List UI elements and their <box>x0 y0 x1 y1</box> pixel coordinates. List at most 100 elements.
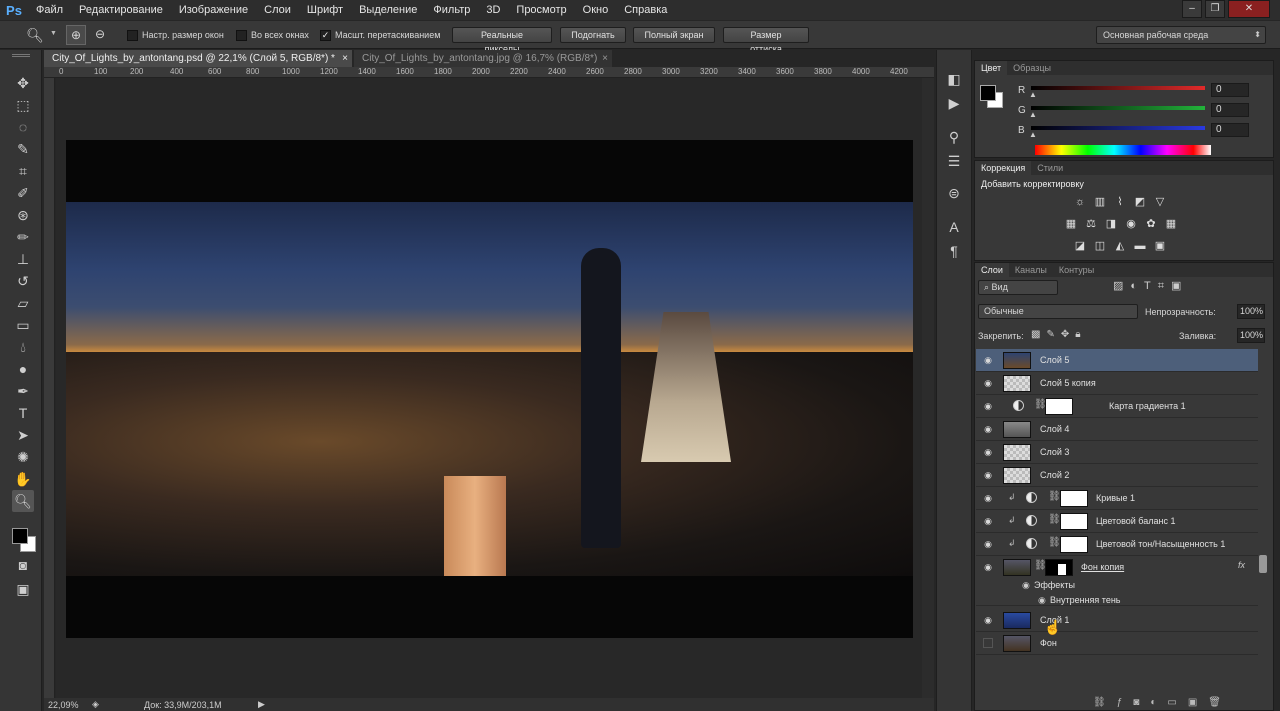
exposure-icon[interactable]: ◩ <box>1133 195 1147 208</box>
layer-row[interactable]: ◉ Слой 1 <box>976 609 1258 632</box>
gradient-tool-icon[interactable]: ▭ <box>12 314 34 336</box>
workspace-dropdown[interactable]: Основная рабочая среда ⬍ <box>1096 26 1266 44</box>
menu-file[interactable]: Файл <box>28 0 71 20</box>
opacity-input[interactable]: 100% <box>1237 304 1265 319</box>
menu-edit[interactable]: Редактирование <box>71 0 171 20</box>
layer-row[interactable]: ◉ ↲ ⛓ Цветовой баланс 1 <box>976 510 1258 533</box>
threshold-icon[interactable]: ◭ <box>1113 239 1127 252</box>
green-slider-handle[interactable]: ▲ <box>1029 110 1037 119</box>
move-tool-icon[interactable]: ✥ <box>12 72 34 94</box>
fill-input[interactable]: 100% <box>1237 328 1265 343</box>
menu-window[interactable]: Окно <box>575 0 617 20</box>
delete-layer-icon[interactable]: 🗑︎ <box>1208 697 1232 708</box>
menu-help[interactable]: Справка <box>616 0 675 20</box>
invert-icon[interactable]: ◪ <box>1073 239 1087 252</box>
clone-stamp-tool-icon[interactable]: ⊥ <box>12 248 34 270</box>
gradient-map-icon[interactable]: ▬ <box>1133 240 1147 252</box>
status-menu-arrow-icon[interactable]: ▶ <box>258 699 265 710</box>
tab-psd-document[interactable]: City_Of_Lights_by_antontang.psd @ 22,1% … <box>44 50 352 67</box>
layer-row[interactable]: ◉ ↲ ⛓ Цветовой тон/Насыщенность 1 <box>976 533 1258 556</box>
layer-row[interactable]: ◉ Слой 2 <box>976 464 1258 487</box>
menu-type[interactable]: Шрифт <box>299 0 351 20</box>
color-spectrum-bar[interactable] <box>1035 145 1211 155</box>
blend-mode-dropdown[interactable]: Обычные <box>978 304 1138 319</box>
status-info-icon[interactable]: ◈ <box>92 699 99 710</box>
brush-presets-icon[interactable]: ⚲ <box>943 126 965 148</box>
layers-scrollbar-thumb[interactable] <box>1259 555 1267 573</box>
add-style-icon[interactable]: ƒ <box>1117 697 1134 708</box>
tab-adjustments[interactable]: Коррекция <box>975 161 1032 175</box>
fit-screen-button[interactable]: Подогнать <box>560 27 626 43</box>
new-adjustment-icon[interactable]: ◐ <box>1150 697 1167 708</box>
history-icon[interactable]: ◧ <box>943 68 965 90</box>
zoom-in-icon[interactable]: ⊕ <box>66 25 86 45</box>
all-windows-checkbox[interactable] <box>236 30 247 41</box>
foreground-color-swatch[interactable] <box>980 85 996 101</box>
channel-mixer-icon[interactable]: ✿ <box>1144 217 1158 230</box>
layer-mask-thumbnail[interactable] <box>1045 559 1073 576</box>
levels-icon[interactable]: ▥ <box>1093 195 1107 208</box>
eye-icon[interactable]: ◉ <box>982 562 994 572</box>
green-slider[interactable] <box>1031 106 1205 110</box>
marquee-tool-icon[interactable]: ⬚ <box>12 94 34 116</box>
color-lookup-icon[interactable]: ▦ <box>1164 217 1178 230</box>
layer-mask-thumbnail[interactable] <box>1060 513 1088 530</box>
layer-row[interactable]: ◉ ↲ ⛓ Кривые 1 <box>976 487 1258 510</box>
red-slider[interactable] <box>1031 86 1205 90</box>
effects-eye-icon[interactable]: ◉ <box>1022 580 1030 591</box>
eye-icon[interactable]: ◉ <box>982 447 994 457</box>
fill-screen-button[interactable]: Полный экран <box>633 27 715 43</box>
layer-row[interactable]: ◉ ⛓ Фон копия fx ◉ Эффекты ◉ Внутренняя … <box>976 556 1258 606</box>
layer-mask-thumbnail[interactable] <box>1045 398 1073 415</box>
layer-mask-thumbnail[interactable] <box>1060 536 1088 553</box>
clone-source-icon[interactable]: ⊜ <box>943 182 965 204</box>
chain-link-icon[interactable]: ⛓ <box>1048 514 1061 525</box>
red-slider-handle[interactable]: ▲ <box>1029 90 1037 99</box>
type-tool-icon[interactable]: T <box>12 402 34 424</box>
fx-badge[interactable]: fx <box>1238 560 1245 570</box>
inner-shadow-eye-icon[interactable]: ◉ <box>1038 595 1046 606</box>
blue-slider[interactable] <box>1031 126 1205 130</box>
chain-link-icon[interactable]: ⛓ <box>1048 537 1061 548</box>
layer-filter-icons[interactable]: ▨◐T⌗▣ <box>1113 279 1188 293</box>
eye-icon[interactable]: ◉ <box>982 516 994 526</box>
path-selection-tool-icon[interactable]: ➤ <box>12 424 34 446</box>
layer-row[interactable]: Фон <box>976 632 1258 655</box>
red-value[interactable]: 0 <box>1211 83 1249 97</box>
layer-mask-thumbnail[interactable] <box>1060 490 1088 507</box>
menu-select[interactable]: Выделение <box>351 0 425 20</box>
brush-tool-icon[interactable]: ✏ <box>12 226 34 248</box>
eyedropper-tool-icon[interactable]: ✐ <box>12 182 34 204</box>
menu-filter[interactable]: Фильтр <box>425 0 478 20</box>
tab-color[interactable]: Цвет <box>975 61 1008 75</box>
menu-3d[interactable]: 3D <box>478 0 508 20</box>
eye-icon[interactable]: ◉ <box>982 424 994 434</box>
tab-swatches[interactable]: Образцы <box>1007 61 1057 75</box>
tab-styles[interactable]: Стили <box>1031 161 1069 175</box>
blur-tool-icon[interactable]: 💧︎ <box>12 336 34 358</box>
menu-view[interactable]: Просмотр <box>508 0 574 20</box>
green-value[interactable]: 0 <box>1211 103 1249 117</box>
eye-icon[interactable]: ◉ <box>982 401 994 411</box>
eye-icon[interactable]: ◉ <box>982 378 994 388</box>
menu-layers[interactable]: Слои <box>256 0 299 20</box>
menu-image[interactable]: Изображение <box>171 0 256 20</box>
foreground-color-top[interactable] <box>12 528 28 544</box>
character-icon[interactable]: A <box>943 216 965 238</box>
vertical-scrollbar[interactable] <box>922 78 934 698</box>
brightness-contrast-icon[interactable]: ☼ <box>1073 196 1087 208</box>
layer-row[interactable]: ◉ Слой 5 <box>976 349 1258 372</box>
eye-icon[interactable]: ◉ <box>982 355 994 365</box>
posterize-icon[interactable]: ◫ <box>1093 239 1107 252</box>
tool-preset-dropdown-icon[interactable]: ▼ <box>50 30 57 37</box>
brush-settings-icon[interactable]: ☰ <box>943 150 965 172</box>
minimize-button[interactable]: – <box>1182 0 1202 18</box>
tab-layers[interactable]: Слои <box>975 263 1009 277</box>
eye-icon[interactable]: ◉ <box>982 615 994 625</box>
zoom-tool-icon[interactable]: 🔍︎ <box>12 490 34 512</box>
new-layer-icon[interactable]: ▣ <box>1188 697 1208 708</box>
quick-selection-tool-icon[interactable]: ✎ <box>12 138 34 160</box>
layer-row[interactable]: ◉ Слой 4 <box>976 418 1258 441</box>
curves-icon[interactable]: ⌇ <box>1113 195 1127 208</box>
lasso-tool-icon[interactable]: ◌ <box>12 116 34 138</box>
